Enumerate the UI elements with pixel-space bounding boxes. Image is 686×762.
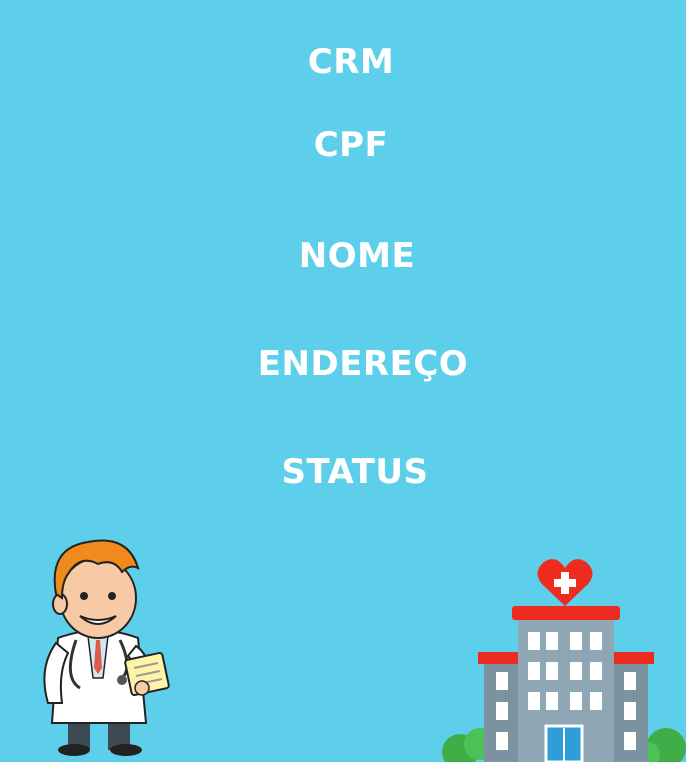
hospital-illustration-icon [442, 559, 686, 762]
crm-label: CRM [307, 42, 395, 82]
status-label: STATUS [281, 452, 429, 492]
endereco-label: ENDEREÇO [257, 344, 469, 384]
nome-label: NOME [298, 236, 416, 276]
cpf-label: CPF [313, 125, 389, 165]
doctor-illustration-icon [43, 539, 170, 756]
